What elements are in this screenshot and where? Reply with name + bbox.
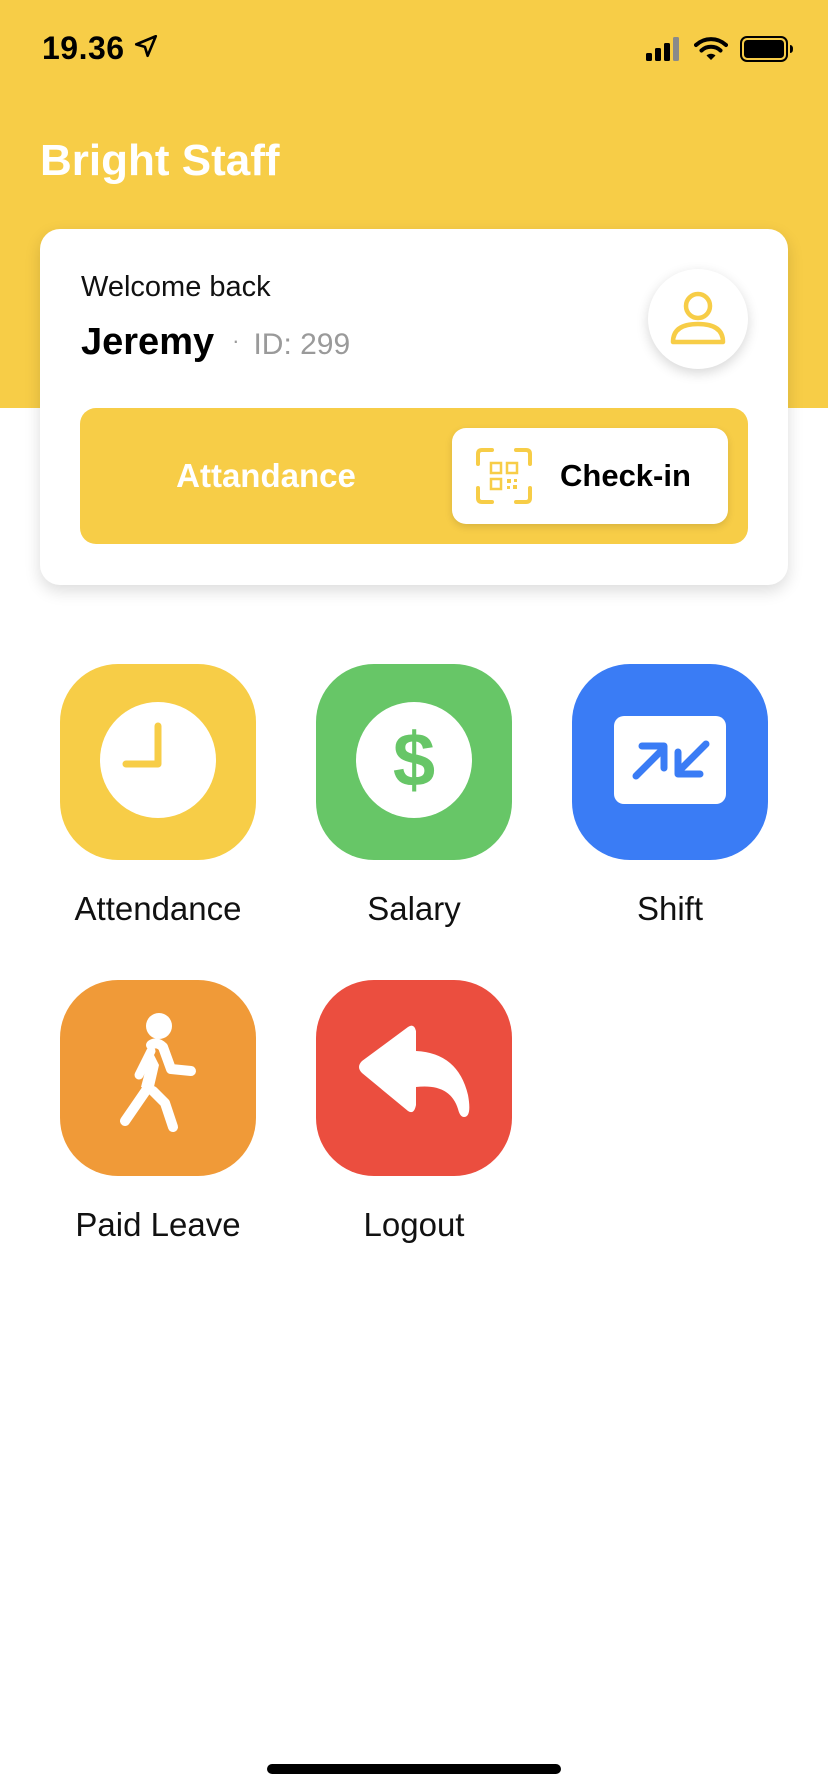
app-title: Bright Staff	[40, 136, 280, 185]
menu-item-shift[interactable]: Shift	[572, 664, 768, 928]
attendance-label: Attandance	[176, 457, 356, 494]
shift-tile[interactable]	[572, 664, 768, 860]
status-time: 19.36	[42, 30, 159, 67]
menu-item-paid-leave[interactable]: Paid Leave	[60, 980, 256, 1244]
dollar-icon: $	[356, 701, 472, 823]
home-indicator[interactable]	[267, 1764, 561, 1774]
home-screen: 19.36 Bright Staff Welcome back Jeremy ·…	[0, 0, 828, 1792]
user-name: Jeremy	[81, 321, 215, 363]
attendance-tile[interactable]	[60, 664, 256, 860]
menu-item-attendance[interactable]: Attendance	[60, 664, 256, 928]
logout-tile[interactable]	[316, 980, 512, 1176]
menu-item-label: Shift	[636, 890, 704, 927]
battery-icon	[740, 36, 794, 67]
paid-leave-tile[interactable]	[60, 980, 256, 1176]
svg-text:$: $	[393, 718, 435, 803]
status-icons	[646, 36, 794, 67]
menu-item-label: Attendance	[74, 890, 242, 927]
welcome-card: Welcome back Jeremy · ID: 299 Attandance	[40, 229, 788, 585]
menu-item-label: Paid Leave	[75, 1206, 241, 1243]
menu-item-salary[interactable]: $ Salary	[316, 664, 512, 928]
salary-tile[interactable]: $	[316, 664, 512, 860]
user-id: ID: 299	[253, 328, 351, 361]
cellular-signal-icon	[646, 37, 682, 66]
reply-arrow-icon	[354, 1021, 474, 1136]
profile-avatar-button[interactable]	[648, 269, 748, 369]
checkin-button[interactable]: Check-in	[452, 428, 728, 524]
clock-icon	[100, 701, 216, 823]
menu-item-label: Salary	[367, 890, 461, 927]
qr-scan-icon	[476, 448, 532, 504]
menu-item-logout[interactable]: Logout	[316, 980, 512, 1244]
location-arrow-icon	[133, 30, 159, 67]
user-icon	[668, 287, 728, 352]
walking-person-icon	[113, 1011, 203, 1146]
swap-arrows-icon	[614, 715, 726, 809]
status-time-text: 19.36	[42, 30, 125, 66]
user-info: Jeremy · ID: 299	[81, 321, 350, 364]
menu-item-label: Logout	[363, 1206, 465, 1243]
welcome-text: Welcome back	[81, 271, 271, 303]
attendance-bar: Attandance Check-in	[80, 408, 748, 544]
wifi-icon	[694, 36, 728, 67]
separator-dot: ·	[232, 328, 240, 353]
checkin-label: Check-in	[560, 458, 691, 493]
